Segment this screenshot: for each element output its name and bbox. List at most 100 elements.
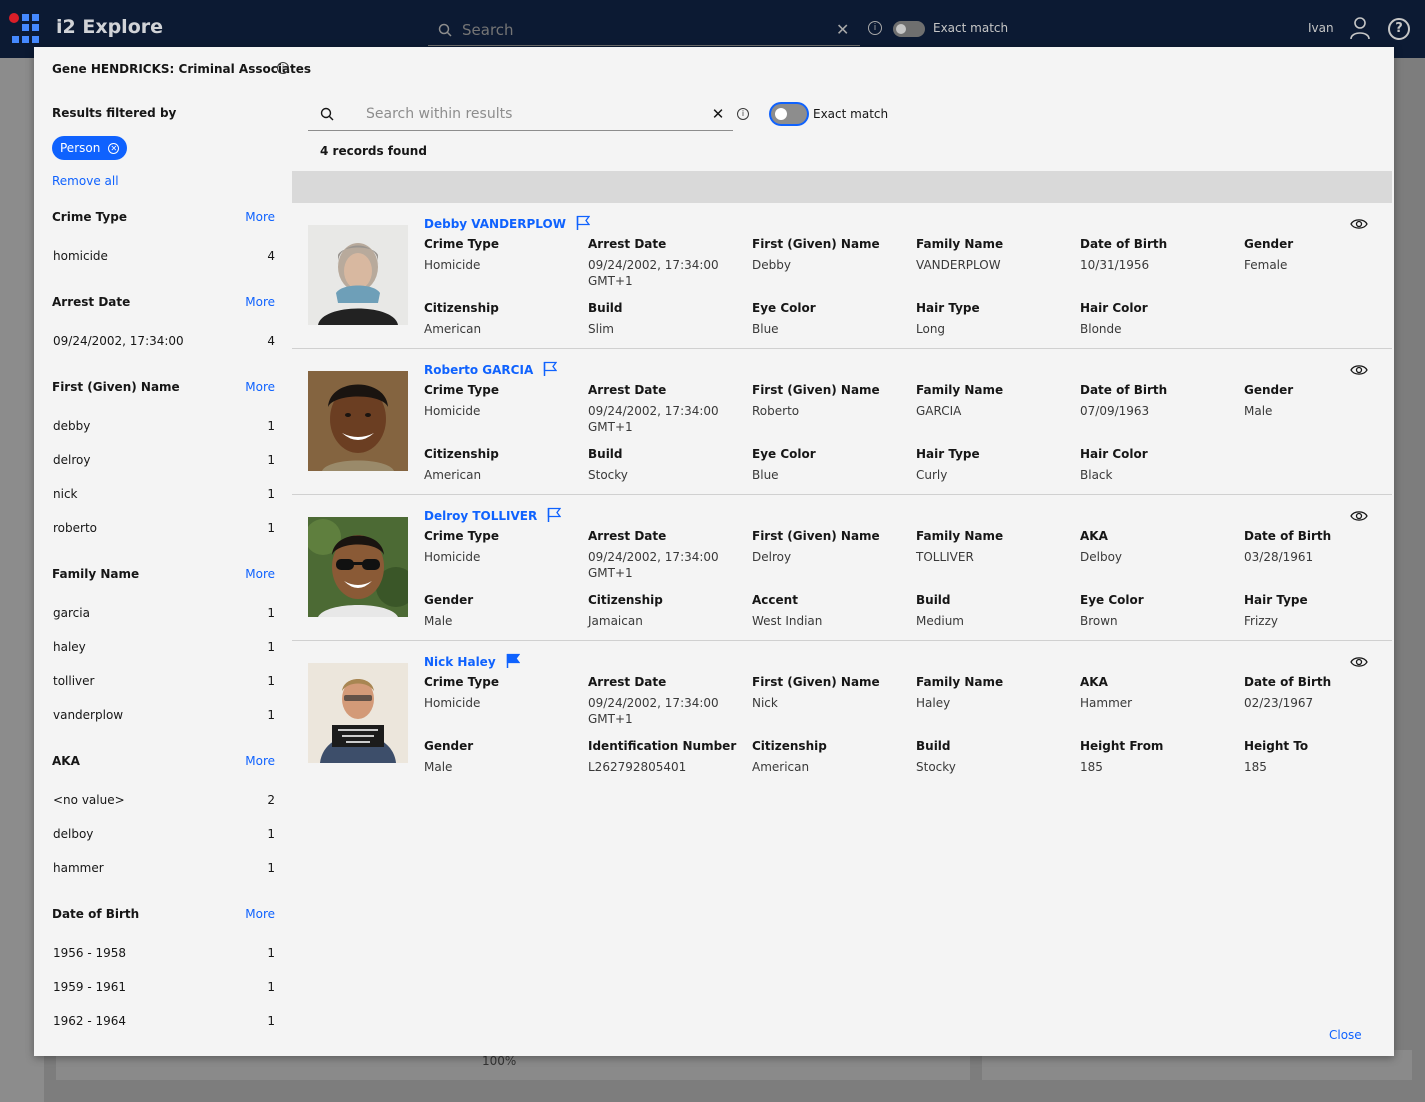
facet-item[interactable]: 1956 - 1958 1 — [52, 936, 275, 970]
close-button[interactable]: Close — [1329, 1028, 1362, 1042]
field-label: Hair Color — [1080, 301, 1148, 315]
field-label: Gender — [1244, 383, 1294, 397]
field-value: American — [752, 760, 810, 774]
clear-search-icon[interactable]: ✕ — [836, 20, 860, 39]
facet-more-link[interactable]: More — [245, 754, 275, 770]
results-header-band — [292, 171, 1392, 203]
facet-item-value: haley — [53, 640, 86, 654]
exact-match-toggle[interactable] — [893, 21, 925, 37]
record-fields: Crime Type Homicide Arrest Date 09/24/2002,… — [424, 529, 1384, 657]
field-value: Homicide — [424, 258, 481, 272]
field-value: American — [424, 322, 482, 336]
remove-all-link[interactable]: Remove all — [52, 174, 275, 188]
field-label: Date of Birth — [1244, 529, 1332, 543]
facet-name: Date of Birth — [52, 907, 140, 921]
record-name-link[interactable]: Delroy TOLLIVER — [424, 509, 537, 523]
flag-icon[interactable] — [576, 215, 591, 231]
view-eye-icon[interactable] — [1350, 215, 1368, 229]
global-search-input[interactable] — [462, 20, 836, 39]
facet-group: AKA More <no value> 2 delboy 1 hammer 1 — [52, 754, 275, 885]
exact-match-toggle[interactable] — [771, 104, 807, 124]
field-label: First (Given) Name — [752, 237, 880, 251]
search-icon — [308, 107, 346, 121]
facet-item-count: 1 — [267, 861, 275, 875]
info-icon[interactable]: i — [737, 108, 749, 120]
facet-more-link[interactable]: More — [245, 567, 275, 583]
view-eye-icon[interactable] — [1350, 507, 1368, 521]
zoom-level: 100% — [482, 1054, 517, 1068]
facet-more-link[interactable]: More — [245, 210, 275, 226]
record-name-link[interactable]: Roberto GARCIA — [424, 363, 533, 377]
info-icon[interactable]: i — [868, 21, 882, 35]
field-value: American — [424, 468, 482, 482]
facet-item[interactable]: hammer 1 — [52, 851, 275, 885]
facet-group: Arrest Date More 09/24/2002, 17:34:00 4 — [52, 295, 275, 358]
field-label: Gender — [424, 593, 474, 607]
facet-item-value: 1962 - 1964 — [53, 1014, 127, 1028]
facet-item[interactable]: vanderplow 1 — [52, 698, 275, 732]
global-search[interactable]: ✕ — [428, 14, 860, 46]
record-field: Crime Type Homicide — [424, 675, 588, 739]
clear-search-icon[interactable]: ✕ — [703, 105, 733, 123]
field-label: Crime Type — [424, 237, 499, 251]
filter-chip-person[interactable]: Person ✕ — [52, 136, 128, 160]
view-eye-icon[interactable] — [1350, 653, 1368, 667]
user-name[interactable]: Ivan — [1308, 21, 1334, 35]
facet-group: First (Given) Name More debby 1 delroy 1 nick 1… — [52, 380, 275, 545]
field-label: Crime Type — [424, 383, 499, 397]
facet-item[interactable]: delroy 1 — [52, 443, 275, 477]
view-eye-icon[interactable] — [1350, 361, 1368, 375]
facet-item-count: 1 — [267, 946, 275, 960]
user-icon[interactable] — [1349, 16, 1371, 40]
facet-item[interactable]: nick 1 — [52, 477, 275, 511]
record-field: Date of Birth 03/28/1961 — [1244, 529, 1408, 593]
facet-item[interactable]: 09/24/2002, 17:34:00 4 — [52, 324, 275, 358]
dialog-title: Gene HENDRICKS: Criminal Associates — [52, 62, 312, 76]
results-search[interactable]: Search within results ✕ — [308, 98, 733, 131]
field-value: West Indian — [752, 614, 823, 628]
field-value: Stocky — [916, 760, 956, 774]
facet-item-count: 1 — [267, 453, 275, 467]
result-card: Debby VANDERPLOW Crime Type Homicide Arrest… — [292, 203, 1392, 349]
facet-more-link[interactable]: More — [245, 295, 275, 311]
record-field: Family Name VANDERPLOW — [916, 237, 1080, 301]
facet-item[interactable]: delboy 1 — [52, 817, 275, 851]
flag-filled-icon[interactable] — [506, 653, 521, 669]
field-value: Brown — [1080, 614, 1118, 628]
facet-item[interactable]: 1962 - 1964 1 — [52, 1004, 275, 1038]
record-name-link[interactable]: Nick Haley — [424, 655, 496, 669]
facet-name: AKA — [52, 754, 80, 768]
flag-icon[interactable] — [543, 361, 558, 377]
record-field: First (Given) Name Roberto — [752, 383, 916, 447]
facet-item[interactable]: garcia 1 — [52, 596, 275, 630]
facet-item[interactable]: homicide 4 — [52, 239, 275, 273]
search-icon — [428, 23, 462, 37]
facet-item-count: 1 — [267, 1014, 275, 1028]
results-search-input[interactable]: Search within results — [346, 106, 703, 122]
help-icon[interactable]: ? — [1388, 18, 1410, 40]
facet-item[interactable]: haley 1 — [52, 630, 275, 664]
facet-item[interactable]: roberto 1 — [52, 511, 275, 545]
record-field: Height To 185 — [1244, 739, 1408, 803]
record-field: Crime Type Homicide — [424, 383, 588, 447]
remove-filter-icon[interactable]: ✕ — [108, 142, 120, 154]
field-value: Roberto — [752, 404, 800, 418]
facet-item[interactable]: debby 1 — [52, 409, 275, 443]
facet-item[interactable]: tolliver 1 — [52, 664, 275, 698]
facet-more-link[interactable]: More — [245, 380, 275, 396]
facet-more-link[interactable]: More — [245, 907, 275, 923]
field-label: Arrest Date — [588, 383, 667, 397]
record-name-link[interactable]: Debby VANDERPLOW — [424, 217, 566, 231]
facet-item[interactable]: 1959 - 1961 1 — [52, 970, 275, 1004]
facet-name: Crime Type — [52, 210, 127, 224]
facet-item-count: 1 — [267, 708, 275, 722]
title-info-icon[interactable]: i — [277, 62, 289, 74]
field-label: Eye Color — [752, 447, 816, 461]
result-card: Roberto GARCIA Crime Type Homicide Arrest D… — [292, 349, 1392, 495]
facet-item[interactable]: <no value> 2 — [52, 783, 275, 817]
flag-icon[interactable] — [547, 507, 562, 523]
field-label: Hair Color — [1080, 447, 1148, 461]
facet-item-value: tolliver — [53, 674, 95, 688]
field-value: Homicide — [424, 696, 481, 710]
facet-item-value: vanderplow — [53, 708, 124, 722]
